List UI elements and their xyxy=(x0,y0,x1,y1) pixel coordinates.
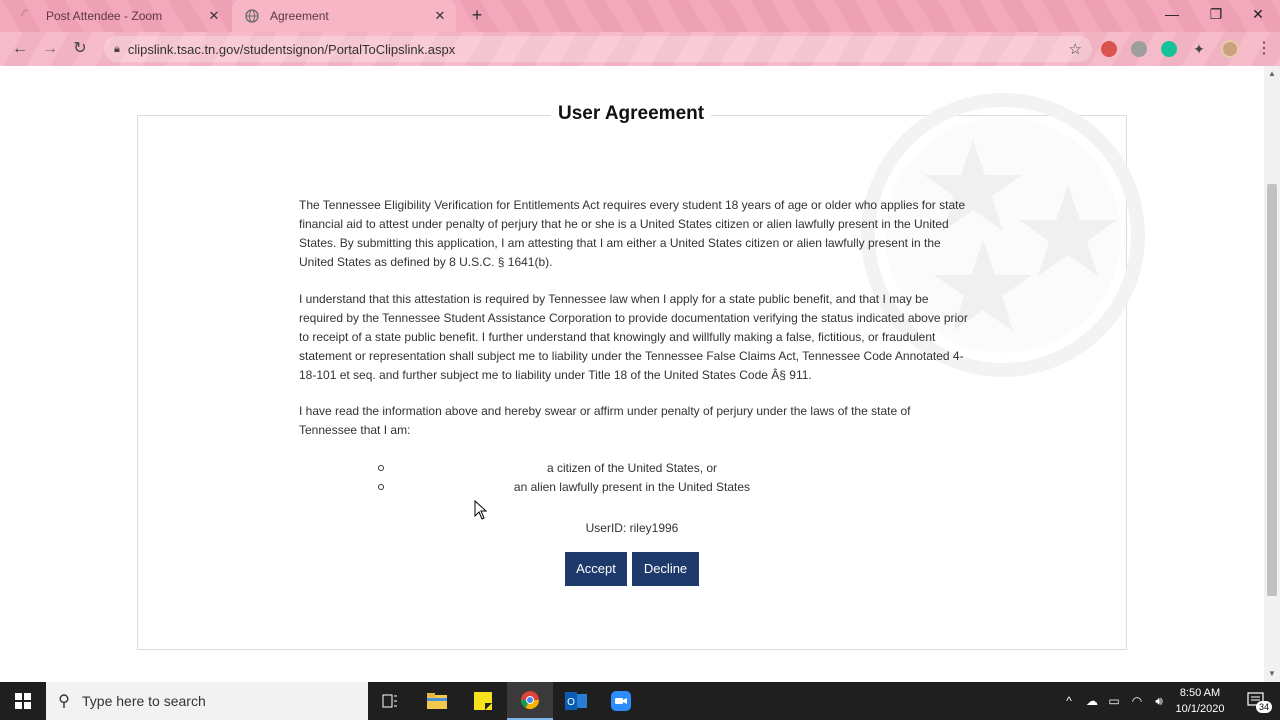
paragraph-affirmation: I have read the information above and he… xyxy=(299,404,911,437)
close-window-icon[interactable]: ✕ xyxy=(1236,0,1280,30)
task-view-icon[interactable] xyxy=(367,682,413,720)
clock-time: 8:50 AM xyxy=(1179,687,1221,699)
action-center-button[interactable]: 34 xyxy=(1238,682,1278,720)
clock-date: 10/1/2020 xyxy=(1175,703,1225,715)
search-placeholder: Type here to search xyxy=(82,693,206,709)
back-icon[interactable]: ← xyxy=(8,37,32,61)
windows-start-button[interactable] xyxy=(0,682,46,720)
search-icon: ⚲ xyxy=(58,693,70,710)
list-item: an alien lawfully present in the United … xyxy=(378,478,898,497)
grammarly-icon[interactable] xyxy=(1161,41,1177,57)
show-hidden-icons-icon[interactable]: ^ xyxy=(1060,682,1078,720)
close-tab-icon[interactable]: ✕ xyxy=(204,8,224,24)
menu-kebab-icon[interactable]: ⋮ xyxy=(1252,37,1276,61)
extensions-puzzle-icon[interactable]: ✦ xyxy=(1191,41,1207,57)
page-title: User Agreement xyxy=(551,103,712,125)
extension-gray-icon[interactable] xyxy=(1131,41,1147,57)
chrome-icon[interactable] xyxy=(507,682,553,720)
wifi-icon[interactable]: ◠ xyxy=(1127,682,1147,720)
forward-icon[interactable]: → xyxy=(38,37,62,61)
sticky-notes-icon[interactable] xyxy=(460,682,506,720)
url-text: clipslink.tsac.tn.gov/studentsignon/Port… xyxy=(127,41,456,57)
decline-button[interactable]: Decline xyxy=(632,552,699,586)
system-clock[interactable]: 8:50 AM 10/1/2020 xyxy=(1174,685,1226,717)
svg-text:O: O xyxy=(567,697,575,708)
tab-title: Agreement xyxy=(270,9,329,23)
scroll-up-arrow-icon[interactable]: ▲ xyxy=(1267,69,1277,79)
extension-red-icon[interactable] xyxy=(1101,41,1117,57)
paragraph-attestation: I understand that this attestation is re… xyxy=(299,292,968,382)
accept-button[interactable]: Accept xyxy=(565,552,627,586)
page-content: User Agreement The Tennessee Eligibility… xyxy=(0,66,1264,682)
tab-agreement[interactable]: Agreement ✕ xyxy=(232,0,456,32)
tab-title: Post Attendee - Zoom xyxy=(46,9,163,23)
scrollbar-thumb[interactable] xyxy=(1267,184,1277,596)
list-item: a citizen of the United States, or xyxy=(378,459,898,478)
tab-post-attendee-zoom[interactable]: Post Attendee - Zoom ✕ xyxy=(8,0,230,32)
globe-icon xyxy=(244,8,260,24)
user-id-label: UserID: riley1996 xyxy=(585,521,679,535)
taskbar-search-box[interactable]: ⚲ Type here to search xyxy=(46,682,368,720)
close-tab-icon[interactable]: ✕ xyxy=(430,8,450,24)
vertical-scrollbar[interactable]: ▲ ▼ xyxy=(1264,66,1280,682)
minimize-icon[interactable]: — xyxy=(1150,0,1194,30)
volume-icon[interactable]: 🔊︎ xyxy=(1149,682,1169,720)
windows-taskbar: ⚲ Type here to search O ^ ☁ ▭ ◠ 🔊︎ 8:50 … xyxy=(0,682,1280,720)
lock-icon: 🔒︎ xyxy=(114,42,120,55)
windows-logo-icon xyxy=(15,693,31,709)
tab-strip: Post Attendee - Zoom ✕ Agreement ✕ + — ❐… xyxy=(0,0,1280,32)
browser-toolbar: ← → ↻ 🔒︎ clipslink.tsac.tn.gov/studentsi… xyxy=(0,32,1280,66)
zoom-app-icon[interactable] xyxy=(598,682,644,720)
loading-icon xyxy=(20,8,36,24)
battery-icon[interactable]: ▭ xyxy=(1104,682,1124,720)
mouse-pointer-icon xyxy=(474,500,488,520)
onedrive-cloud-icon[interactable]: ☁ xyxy=(1082,682,1102,720)
new-tab-button[interactable]: + xyxy=(466,5,488,27)
profile-avatar[interactable] xyxy=(1221,40,1239,58)
address-bar[interactable]: 🔒︎ clipslink.tsac.tn.gov/studentsignon/P… xyxy=(104,36,1092,62)
paragraph-tevea: The Tennessee Eligibility Verification f… xyxy=(299,198,966,269)
outlook-icon[interactable]: O xyxy=(553,682,599,720)
reload-icon[interactable]: ↻ xyxy=(68,37,92,61)
notification-count-badge: 34 xyxy=(1256,701,1273,713)
restore-icon[interactable]: ❐ xyxy=(1194,0,1238,30)
scroll-down-arrow-icon[interactable]: ▼ xyxy=(1267,669,1277,679)
file-explorer-icon[interactable] xyxy=(414,682,460,720)
bookmark-star-icon[interactable]: ☆ xyxy=(1069,40,1082,58)
status-list: a citizen of the United States, or an al… xyxy=(378,459,898,497)
